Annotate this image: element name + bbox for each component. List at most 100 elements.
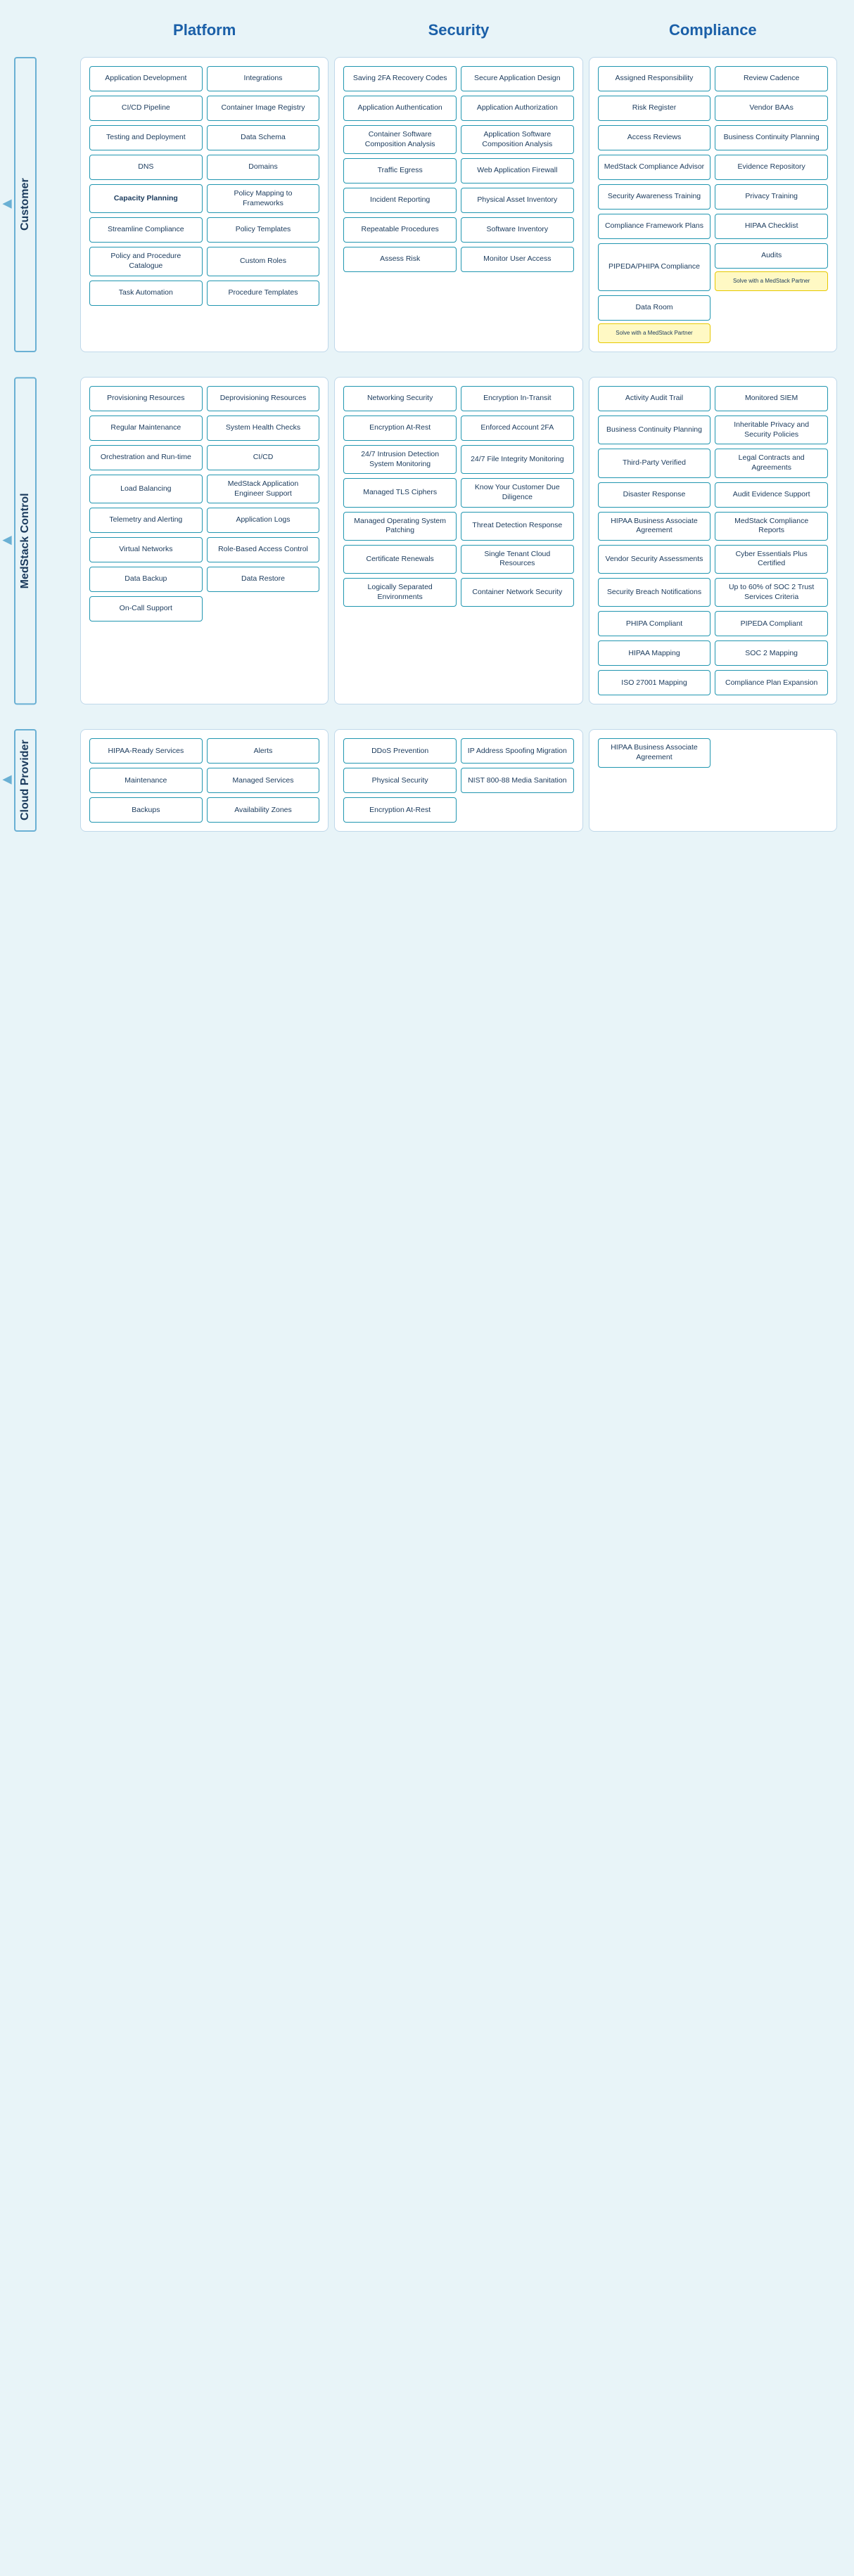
card-oncall-support: On-Call Support [89,596,203,622]
card-nist: NIST 800-88 Media Sanitation [461,768,574,793]
card-bcp-ms: Business Continuity Planning [598,416,711,444]
card-app-auth: Application Authentication [343,96,457,121]
card-evidence-repo: Evidence Repository [715,155,828,180]
card-load-balancing: Load Balancing [89,475,203,503]
customer-security-row-7: Assess Risk Monitor User Access [343,247,573,272]
card-data-room: Data Room [598,295,711,321]
card-hipaa-mapping: HIPAA Mapping [598,640,711,666]
card-soc2-mapping: SOC 2 Mapping [715,640,828,666]
card-networking-security: Networking Security [343,386,457,411]
card-integrations: Integrations [207,66,320,91]
card-waf: Web Application Firewall [461,158,574,183]
card-disaster-response: Disaster Response [598,482,711,508]
card-custom-roles: Custom Roles [207,247,320,276]
card-kyc: Know Your Customer Due Diligence [461,478,574,507]
card-encryption-rest: Encryption At-Rest [343,416,457,441]
card-cicd-ms: CI/CD [207,445,320,470]
card-encryption-rest-cloud: Encryption At-Rest [343,797,457,823]
medstack-security-row-7: Logically Separated Environments Contain… [343,578,573,607]
card-solve-partner-dataroom: Solve with a MedStack Partner [598,323,711,343]
medstack-platform-row-2: Regular Maintenance System Health Checks [89,416,319,441]
card-activity-audit: Activity Audit Trail [598,386,711,411]
card-data-schema: Data Schema [207,125,320,150]
card-access-reviews: Access Reviews [598,125,711,150]
medstack-security-row-3: 24/7 Intrusion Detection System Monitori… [343,445,573,474]
card-compliance-framework: Compliance Framework Plans [598,214,711,239]
medstack-security-row-4: Managed TLS Ciphers Know Your Customer D… [343,478,573,507]
cloud-platform-row-3: Backups Availability Zones [89,797,319,823]
card-hipaa-checklist: HIPAA Checklist [715,214,828,239]
card-software-inventory: Software Inventory [461,217,574,243]
medstack-platform-row-3: Orchestration and Run-time CI/CD [89,445,319,470]
medstack-label: MedStack Control [14,377,37,704]
customer-platform-row-1: Application Development Integrations [89,66,319,91]
card-solve-partner-audits: Solve with a MedStack Partner [715,271,828,291]
card-provisioning: Provisioning Resources [89,386,203,411]
medstack-platform-row-5: Telemetry and Alerting Application Logs [89,508,319,533]
card-deprovisioning: Deprovisioning Resources [207,386,320,411]
card-procedure-templates: Procedure Templates [207,281,320,306]
card-container-image: Container Image Registry [207,96,320,121]
card-app-logs: Application Logs [207,508,320,533]
card-saving-2fa: Saving 2FA Recovery Codes [343,66,457,91]
medstack-section: MedStack Control Provisioning Resources … [14,377,840,704]
card-maintenance-cloud: Maintenance [89,768,203,793]
card-dns: DNS [89,155,203,180]
customer-security-row-5: Incident Reporting Physical Asset Invent… [343,188,573,213]
card-single-tenant: Single Tenant Cloud Resources [461,545,574,574]
customer-compliance-row-1: Assigned Responsibility Review Cadence [598,66,828,91]
card-availability-zones: Availability Zones [207,797,320,823]
card-file-integrity: 24/7 File Integrity Monitoring [461,445,574,474]
card-traffic-egress: Traffic Egress [343,158,457,183]
card-ip-spoofing: IP Address Spoofing Migration [461,738,574,764]
card-enforced-2fa: Enforced Account 2FA [461,416,574,441]
card-audits: Audits [715,243,828,269]
cloud-security-row-1: DDoS Prevention IP Address Spoofing Migr… [343,738,573,764]
customer-platform-row-8: Task Automation Procedure Templates [89,281,319,306]
medstack-platform-row-8: On-Call Support [89,596,319,622]
card-ids-monitoring: 24/7 Intrusion Detection System Monitori… [343,445,457,474]
card-audit-evidence: Audit Evidence Support [715,482,828,508]
customer-label: Customer [14,57,37,352]
compliance-header: Compliance [586,14,840,50]
cloud-security: DDoS Prevention IP Address Spoofing Migr… [334,729,582,832]
medstack-compliance-row-5: HIPAA Business Associate Agreement MedSt… [598,512,828,541]
medstack-compliance-row-7: Security Breach Notifications Up to 60% … [598,578,828,607]
card-cicd-pipeline: CI/CD Pipeline [89,96,203,121]
card-policy-templates: Policy Templates [207,217,320,243]
medstack-platform: Provisioning Resources Deprovisioning Re… [80,377,329,704]
medstack-compliance-row-3: Third-Party Verified Legal Contracts and… [598,449,828,477]
card-iso-mapping: ISO 27001 Mapping [598,670,711,695]
card-managed-tls: Managed TLS Ciphers [343,478,457,507]
card-engineer-support: MedStack Application Engineer Support [207,475,320,503]
card-legal-contracts: Legal Contracts and Agreements [715,449,828,477]
customer-security-row-6: Repeatable Procedures Software Inventory [343,217,573,243]
medstack-security-row-2: Encryption At-Rest Enforced Account 2FA [343,416,573,441]
card-hipaa-baa-cloud: HIPAA Business Associate Agreement [598,738,711,767]
card-pipeda-compliant: PIPEDA Compliant [715,611,828,636]
card-ddos: DDoS Prevention [343,738,457,764]
card-privacy-training: Privacy Training [715,184,828,210]
card-task-automation: Task Automation [89,281,203,306]
cloud-security-row-2: Physical Security NIST 800-88 Media Sani… [343,768,573,793]
card-medstack-reports: MedStack Compliance Reports [715,512,828,541]
card-container-network: Container Network Security [461,578,574,607]
card-policy-mapping: Policy Mapping to Frameworks [207,184,320,213]
medstack-compliance-row-1: Activity Audit Trail Monitored SIEM [598,386,828,411]
customer-section: Customer Application Development Integra… [14,57,840,352]
customer-security-row-2: Application Authentication Application A… [343,96,573,121]
medstack-security-row-1: Networking Security Encryption In-Transi… [343,386,573,411]
card-data-restore: Data Restore [207,567,320,592]
card-phipa-compliant: PHIPA Compliant [598,611,711,636]
medstack-compliance-row-6: Vendor Security Assessments Cyber Essent… [598,545,828,574]
medstack-compliance-row-8: PHIPA Compliant PIPEDA Compliant [598,611,828,636]
customer-platform-row-3: Testing and Deployment Data Schema [89,125,319,150]
customer-compliance: Assigned Responsibility Review Cadence R… [589,57,837,352]
gap-2 [14,715,840,729]
card-threat-detection: Threat Detection Response [461,512,574,541]
card-pipeda-phipa: PIPEDA/PHIPA Compliance [598,243,711,291]
cloud-platform-row-2: Maintenance Managed Services [89,768,319,793]
card-streamline-compliance: Streamline Compliance [89,217,203,243]
card-app-authorization: Application Authorization [461,96,574,121]
card-cyber-essentials: Cyber Essentials Plus Certified [715,545,828,574]
